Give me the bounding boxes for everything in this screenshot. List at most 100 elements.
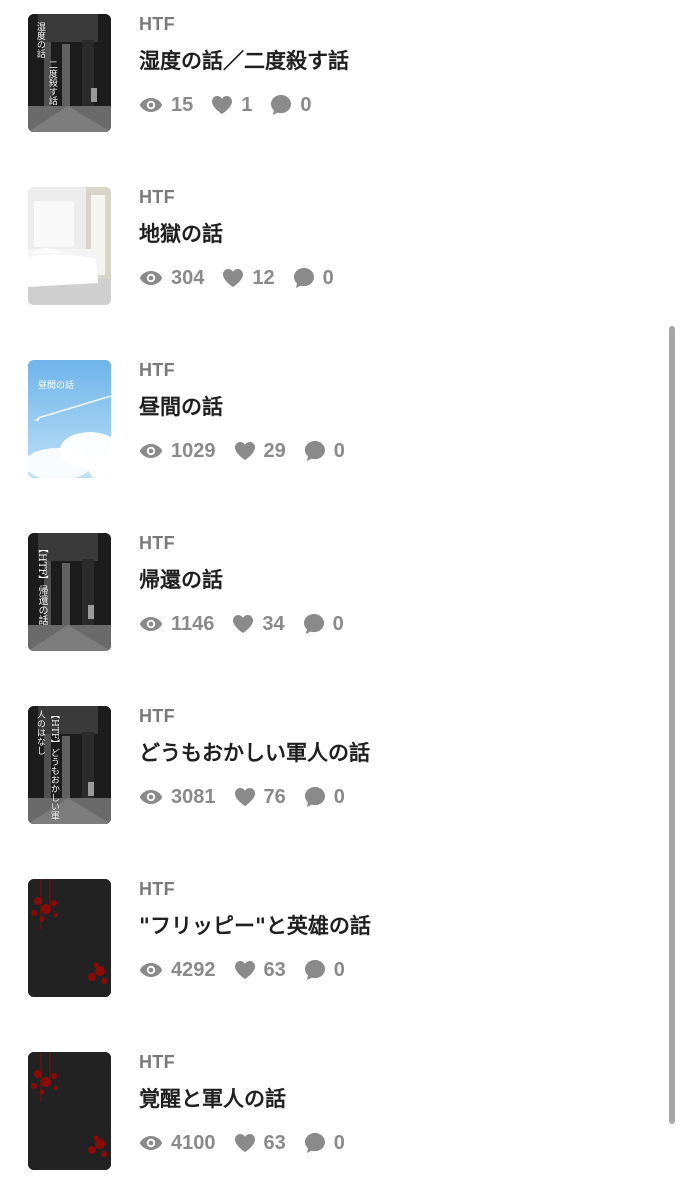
story-item[interactable]: HTF 覚醒と軍人の話 4100 63 0 xyxy=(0,1052,670,1170)
views-stat: 4292 xyxy=(139,957,216,983)
views-stat: 1146 xyxy=(139,611,214,637)
likes-stat: 63 xyxy=(234,1130,286,1156)
story-item[interactable]: 【HTF】どうもおかしい軍 人のはなし HTF どうもおかしい軍人の話 3081 xyxy=(0,706,670,824)
views-count: 4292 xyxy=(171,959,216,981)
story-stats: 4292 63 0 xyxy=(139,957,363,983)
story-title[interactable]: どうもおかしい軍人の話 xyxy=(139,738,370,768)
speech-bubble-icon xyxy=(304,960,325,980)
likes-count: 1 xyxy=(241,94,253,116)
cover-title-line: 【HTF】どうもおかしい軍 xyxy=(48,710,59,821)
story-stats: 1146 34 0 xyxy=(139,611,362,637)
heart-icon xyxy=(223,269,244,287)
eye-icon xyxy=(139,617,163,631)
story-title[interactable]: 帰還の話 xyxy=(139,565,223,595)
likes-stat: 29 xyxy=(234,438,286,464)
eye-icon xyxy=(139,963,163,977)
views-stat: 15 xyxy=(139,92,193,118)
comments-stat: 0 xyxy=(304,784,345,810)
story-meta: HTF 湿度の話／二度殺す話 15 1 0 xyxy=(139,14,659,132)
speech-bubble-icon xyxy=(271,95,292,115)
story-list: 湿度の話 二度殺す話 HTF 湿度の話／二度殺す話 15 1 0 HTF 地獄の… xyxy=(0,0,682,1200)
cover-title-line: 【HTF】帰還の話 xyxy=(36,543,47,626)
story-stats: 304 12 0 xyxy=(139,265,352,291)
story-category[interactable]: HTF xyxy=(139,360,175,380)
likes-stat: 76 xyxy=(234,784,286,810)
likes-count: 63 xyxy=(263,959,286,981)
comments-stat: 0 xyxy=(304,1130,345,1156)
story-stats: 4100 63 0 xyxy=(139,1130,363,1156)
likes-count: 63 xyxy=(263,1132,286,1154)
eye-icon xyxy=(139,98,163,112)
cover-title-line: 湿度の話 xyxy=(34,22,45,58)
likes-count: 12 xyxy=(252,267,275,289)
comments-count: 0 xyxy=(322,267,334,289)
views-count: 1146 xyxy=(171,613,215,635)
story-category[interactable]: HTF xyxy=(139,1052,175,1072)
likes-count: 29 xyxy=(263,440,286,462)
comments-stat: 0 xyxy=(304,438,345,464)
white-bedroom-illustration xyxy=(28,187,111,305)
story-cover[interactable] xyxy=(28,1052,111,1170)
heart-icon xyxy=(212,96,233,114)
eye-icon xyxy=(139,790,163,804)
likes-stat: 1 xyxy=(211,92,252,118)
comments-count: 0 xyxy=(333,440,345,462)
story-item[interactable]: 湿度の話 二度殺す話 HTF 湿度の話／二度殺す話 15 1 0 xyxy=(0,14,670,132)
likes-stat: 34 xyxy=(232,611,285,637)
comments-count: 0 xyxy=(333,1132,345,1154)
comments-stat: 0 xyxy=(293,265,334,291)
speech-bubble-icon xyxy=(304,1133,325,1153)
heart-icon xyxy=(234,961,255,979)
vertical-scrollbar[interactable] xyxy=(669,326,675,1124)
story-meta: HTF 昼間の話 1029 29 0 xyxy=(139,360,659,478)
story-item[interactable]: HTF 地獄の話 304 12 0 xyxy=(0,187,670,305)
story-item[interactable]: 【HTF】帰還の話 HTF 帰還の話 1146 34 0 xyxy=(0,533,670,651)
eye-icon xyxy=(139,444,163,458)
views-stat: 4100 xyxy=(139,1130,216,1156)
views-stat: 304 xyxy=(139,265,204,291)
story-item[interactable]: HTF "フリッピー"と英雄の話 4292 63 0 xyxy=(0,879,670,997)
comments-count: 0 xyxy=(332,613,344,635)
story-cover[interactable]: 湿度の話 二度殺す話 xyxy=(28,14,111,132)
story-category[interactable]: HTF xyxy=(139,14,175,34)
story-title[interactable]: "フリッピー"と英雄の話 xyxy=(139,911,371,941)
speech-bubble-icon xyxy=(303,614,324,634)
story-cover[interactable]: 【HTF】どうもおかしい軍 人のはなし xyxy=(28,706,111,824)
story-item[interactable]: 昼間の話 HTF 昼間の話 1029 29 0 xyxy=(0,360,670,478)
story-cover[interactable]: 昼間の話 xyxy=(28,360,111,478)
story-title[interactable]: 湿度の話／二度殺す話 xyxy=(139,46,349,76)
story-title[interactable]: 覚醒と軍人の話 xyxy=(139,1084,286,1114)
story-meta: HTF 覚醒と軍人の話 4100 63 0 xyxy=(139,1052,659,1170)
story-title[interactable]: 昼間の話 xyxy=(139,392,223,422)
comments-count: 0 xyxy=(333,959,345,981)
comments-stat: 0 xyxy=(304,957,345,983)
story-meta: HTF "フリッピー"と英雄の話 4292 63 0 xyxy=(139,879,659,997)
comments-stat: 0 xyxy=(303,611,344,637)
story-category[interactable]: HTF xyxy=(139,533,175,553)
comments-count: 0 xyxy=(333,786,345,808)
story-title[interactable]: 地獄の話 xyxy=(139,219,223,249)
heart-icon xyxy=(233,615,254,633)
story-meta: HTF 帰還の話 1146 34 0 xyxy=(139,533,659,651)
story-stats: 15 1 0 xyxy=(139,92,330,118)
eye-icon xyxy=(139,271,163,285)
story-cover[interactable] xyxy=(28,879,111,997)
blood-splatter-illustration xyxy=(28,879,111,997)
views-count: 304 xyxy=(171,267,205,289)
comments-stat: 0 xyxy=(270,92,312,118)
story-cover[interactable]: 【HTF】帰還の話 xyxy=(28,533,111,651)
likes-count: 34 xyxy=(262,613,285,635)
story-cover[interactable] xyxy=(28,187,111,305)
heart-icon xyxy=(234,442,255,460)
story-category[interactable]: HTF xyxy=(139,706,175,726)
likes-stat: 12 xyxy=(222,265,275,291)
views-stat: 1029 xyxy=(139,438,216,464)
eye-icon xyxy=(139,1136,163,1150)
cover-title-line: 人のはなし xyxy=(34,710,45,755)
story-category[interactable]: HTF xyxy=(139,879,175,899)
views-count: 15 xyxy=(171,94,194,116)
story-category[interactable]: HTF xyxy=(139,187,175,207)
cover-title-line: 二度殺す話 xyxy=(46,60,57,105)
story-stats: 1029 29 0 xyxy=(139,438,363,464)
story-meta: HTF どうもおかしい軍人の話 3081 76 0 xyxy=(139,706,659,824)
